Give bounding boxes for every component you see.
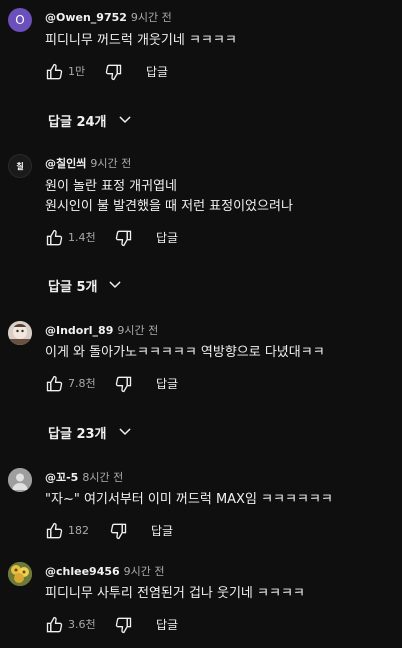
thumbs-down-icon[interactable]: [108, 521, 128, 541]
avatar[interactable]: 칠: [8, 154, 32, 178]
comment-line: "자~" 여기서부터 이미 꺼드럭 MAX임 ㅋㅋㅋㅋㅋㅋ: [45, 492, 333, 507]
like-count: 7.8천: [68, 377, 96, 390]
comment-actions: 1.4천 답글: [45, 228, 385, 250]
comment-meta: @꼬-5 8시간 전: [45, 471, 123, 485]
like-count: 182: [68, 524, 89, 537]
avatar[interactable]: [8, 562, 32, 586]
comment-time[interactable]: 9시간 전: [90, 157, 131, 170]
comment-line: 원시인이 불 발견했을 때 저런 표정이었으려나: [45, 199, 293, 214]
avatar-image: [8, 562, 32, 586]
comment-time[interactable]: 9시간 전: [124, 565, 165, 578]
avatar-letter: O: [15, 13, 25, 27]
comment-meta: @Indorl_89 9시간 전: [45, 324, 158, 338]
thumbs-down-icon[interactable]: [113, 374, 133, 394]
comment-text: 이게 와 돌아가노ㅋㅋㅋㅋㅋ 역방향으로 다녔대ㅋㅋ: [45, 343, 325, 363]
default-avatar-icon: [8, 468, 32, 492]
avatar[interactable]: [8, 321, 32, 345]
comment-text: 피디니무 사투리 전염된거 겁나 웃기네 ㅋㅋㅋㅋ: [45, 584, 305, 604]
reply-button[interactable]: 답글: [156, 230, 178, 246]
reply-button[interactable]: 답글: [151, 523, 173, 539]
thumbs-up-icon[interactable]: [45, 62, 65, 82]
comment-line: 피디니무 사투리 전염된거 겁나 웃기네 ㅋㅋㅋㅋ: [45, 586, 305, 601]
comment-text: "자~" 여기서부터 이미 꺼드럭 MAX임 ㅋㅋㅋㅋㅋㅋ: [45, 490, 333, 510]
thumbs-up-icon[interactable]: [45, 228, 65, 248]
comment-actions: 7.8천 답글: [45, 374, 385, 396]
comment-author[interactable]: @Owen_9752: [45, 11, 127, 24]
comment-text: 피디니무 꺼드럭 개웃기네 ㅋㅋㅋㅋ: [45, 31, 237, 51]
replies-label: 답글 24개: [48, 114, 107, 130]
comment-actions: 182 답글: [45, 521, 385, 543]
comment-time[interactable]: 8시간 전: [82, 471, 123, 484]
chevron-down-icon: [119, 428, 130, 435]
replies-label: 답글 5개: [48, 279, 98, 295]
comment-text: 원이 놀란 표정 개귀엽네 원시인이 불 발견했을 때 저런 표정이었으려나: [45, 177, 293, 217]
thumbs-up-icon[interactable]: [45, 615, 65, 635]
comment-line: 피디니무 꺼드럭 개웃기네 ㅋㅋㅋㅋ: [45, 33, 237, 48]
comment-meta: @chlee9456 9시간 전: [45, 565, 165, 579]
thumbs-up-icon[interactable]: [45, 374, 65, 394]
avatar-image: [8, 321, 32, 345]
avatar[interactable]: [8, 468, 32, 492]
chevron-down-icon: [119, 116, 130, 123]
thumbs-down-icon[interactable]: [103, 62, 123, 82]
like-count: 1.4천: [68, 231, 96, 244]
thumbs-down-icon[interactable]: [113, 228, 133, 248]
thumbs-down-icon[interactable]: [113, 615, 133, 635]
comment-author[interactable]: @칠인씌: [45, 157, 86, 170]
view-replies-button[interactable]: 답글 23개: [48, 422, 133, 442]
comment-meta: @칠인씌 9시간 전: [45, 157, 131, 171]
avatar-letter: 칠: [16, 161, 24, 171]
avatar[interactable]: O: [8, 8, 32, 32]
replies-label: 답글 23개: [48, 426, 107, 442]
comment-author[interactable]: @Indorl_89: [45, 324, 113, 337]
comment-actions: 3.6천 답글: [45, 615, 385, 637]
comment-time[interactable]: 9시간 전: [131, 11, 172, 24]
view-replies-button[interactable]: 답글 24개: [48, 110, 133, 130]
comment-line: 원이 놀란 표정 개귀엽네: [45, 179, 177, 194]
comment-actions: 1만 답글: [45, 62, 385, 84]
like-count: 1만: [68, 65, 86, 78]
comment-time[interactable]: 9시간 전: [117, 324, 158, 337]
comment-author[interactable]: @chlee9456: [45, 565, 120, 578]
view-replies-button[interactable]: 답글 5개: [48, 275, 123, 295]
reply-button[interactable]: 답글: [156, 376, 178, 392]
reply-button[interactable]: 답글: [156, 617, 178, 633]
reply-button[interactable]: 답글: [146, 64, 168, 80]
comment-line: 이게 와 돌아가노ㅋㅋㅋㅋㅋ 역방향으로 다녔대ㅋㅋ: [45, 345, 325, 360]
thumbs-up-icon[interactable]: [45, 521, 65, 541]
chevron-down-icon: [110, 281, 121, 288]
comment-meta: @Owen_9752 9시간 전: [45, 11, 172, 25]
comment-author[interactable]: @꼬-5: [45, 471, 78, 484]
like-count: 3.6천: [68, 618, 96, 631]
